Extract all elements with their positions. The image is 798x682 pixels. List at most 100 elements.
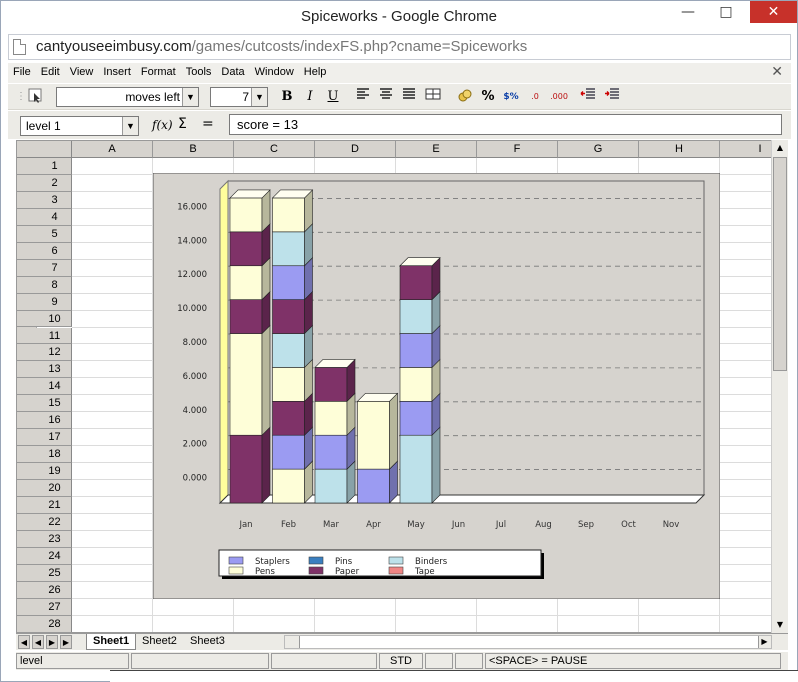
chevron-down-icon[interactable]: ▼ [182, 88, 198, 106]
row-header[interactable]: 22 [17, 513, 72, 531]
row-header[interactable]: 18 [17, 446, 72, 464]
menu-help[interactable]: Help [299, 63, 332, 78]
row-header[interactable]: 20 [17, 480, 72, 497]
align-justify-icon[interactable] [399, 88, 419, 106]
tab-sheet1[interactable]: Sheet1 [86, 634, 137, 650]
column-header[interactable]: H [639, 141, 720, 158]
row-header[interactable]: 7 [17, 259, 72, 277]
sum-button[interactable]: Σ [178, 116, 187, 132]
url-text[interactable]: cantyouseeimbusy.com/games/cutcosts/inde… [36, 38, 527, 55]
scroll-down-icon[interactable]: ▼ [772, 617, 788, 633]
first-sheet-icon[interactable]: ◀ [18, 635, 30, 649]
row-header[interactable]: 19 [17, 463, 72, 481]
menu-tools[interactable]: Tools [181, 63, 217, 78]
column-header[interactable]: G [558, 141, 639, 158]
column-header[interactable]: B [153, 141, 234, 158]
scroll-right-icon[interactable]: ▶ [758, 636, 771, 648]
row-header[interactable]: 16 [17, 412, 72, 430]
maximize-icon[interactable]: □ [711, 1, 741, 23]
row-header[interactable]: 27 [17, 598, 72, 616]
font-combo[interactable]: moves left ▼ [56, 87, 199, 107]
merge-cells-icon[interactable] [423, 88, 443, 106]
currency-format-icon[interactable]: $% [501, 88, 521, 106]
bold-button[interactable]: B [277, 88, 297, 106]
row-header[interactable]: 9 [17, 293, 72, 311]
increase-indent-icon[interactable] [602, 88, 622, 106]
cell-reference-combo[interactable]: level 1 ▼ [20, 116, 139, 136]
minimize-icon[interactable]: — [673, 1, 703, 23]
horizontal-scroll-thumb[interactable] [299, 636, 759, 648]
next-sheet-icon[interactable]: ▶ [46, 635, 58, 649]
formula-input[interactable]: score = 13 [229, 114, 782, 135]
row-header[interactable]: 11 [17, 327, 72, 345]
row-header[interactable]: 8 [17, 276, 72, 294]
vertical-scroll-thumb[interactable] [773, 157, 787, 371]
row-header[interactable]: 15 [17, 395, 72, 413]
address-bar[interactable]: cantyouseeimbusy.com/games/cutcosts/inde… [8, 34, 791, 60]
last-sheet-icon[interactable]: ▶ [60, 635, 72, 649]
italic-button[interactable]: I [300, 88, 320, 106]
row-header[interactable]: 25 [17, 564, 72, 582]
bar-segment [229, 197, 263, 233]
menu-data[interactable]: Data [216, 63, 249, 78]
tab-sheet3[interactable]: Sheet3 [184, 634, 231, 650]
status-cell [425, 653, 453, 669]
menu-format[interactable]: Format [136, 63, 181, 78]
bar-segment [272, 367, 305, 402]
tab-sheet2[interactable]: Sheet2 [136, 634, 183, 650]
column-header[interactable]: D [315, 141, 396, 158]
add-decimal-icon[interactable]: .0 .00 [525, 88, 545, 119]
row-header[interactable]: 2 [17, 174, 72, 192]
column-header[interactable]: C [234, 141, 315, 158]
menu-window[interactable]: Window [250, 63, 299, 78]
percent-icon[interactable]: % [478, 88, 498, 106]
row-number: 26 [48, 583, 61, 596]
row-header[interactable]: 1 [17, 158, 72, 175]
y-tick-label: 10.000 [177, 304, 207, 314]
bar-segment-side [261, 324, 271, 436]
select-all-corner[interactable] [17, 141, 72, 158]
prev-sheet-icon[interactable]: ◀ [32, 635, 44, 649]
scroll-up-icon[interactable]: ▲ [772, 140, 788, 156]
row-header[interactable]: 24 [17, 547, 72, 565]
row-header[interactable]: 21 [17, 497, 72, 514]
row-number: 2 [51, 176, 58, 189]
sheet-tab-bar: ◀ ◀ ▶ ▶ Sheet1 Sheet2 Sheet3 ▶ [16, 633, 788, 650]
formula-equals-button[interactable]: = [202, 116, 214, 132]
row-header[interactable]: 12 [17, 344, 72, 362]
font-size-combo[interactable]: 7 ▼ [210, 87, 268, 107]
row-header[interactable]: 14 [17, 378, 72, 396]
row-header[interactable]: 26 [17, 581, 72, 599]
menu-insert[interactable]: Insert [98, 63, 136, 78]
row-header[interactable]: 4 [17, 208, 72, 226]
column-header[interactable]: A [72, 141, 153, 158]
decrease-indent-icon[interactable] [578, 88, 598, 106]
horizontal-scrollbar[interactable]: ▶ [284, 635, 772, 649]
vertical-scrollbar[interactable]: ▲ ▼ [771, 140, 788, 633]
align-center-icon[interactable] [376, 88, 396, 106]
function-wizard-button[interactable]: f(x) [152, 118, 173, 132]
row-header[interactable]: 17 [17, 429, 72, 447]
row-header[interactable]: 28 [17, 615, 72, 632]
pointer-icon[interactable] [26, 88, 46, 106]
menu-edit[interactable]: Edit [36, 63, 65, 78]
column-header[interactable]: E [396, 141, 477, 158]
row-header[interactable]: 13 [17, 361, 72, 379]
row-header[interactable]: 3 [17, 191, 72, 209]
close-icon[interactable]: ✕ [750, 1, 797, 23]
row-header[interactable]: 10 [17, 310, 72, 328]
align-left-icon[interactable] [353, 88, 373, 106]
title-bar: Spiceworks - Google Chrome — □ ✕ [1, 1, 797, 33]
chevron-down-icon[interactable]: ▼ [122, 117, 138, 135]
menu-file[interactable]: File [8, 63, 36, 78]
remove-decimal-icon[interactable]: .000 .0 [549, 88, 569, 119]
row-header[interactable]: 23 [17, 530, 72, 548]
row-header[interactable]: 6 [17, 242, 72, 260]
currency-icon[interactable] [455, 88, 475, 106]
row-header[interactable]: 5 [17, 225, 72, 243]
column-header[interactable]: F [477, 141, 558, 158]
chevron-down-icon[interactable]: ▼ [251, 88, 267, 106]
document-close-icon[interactable]: ✕ [771, 64, 783, 80]
menu-view[interactable]: View [65, 63, 99, 78]
underline-button[interactable]: U [323, 88, 343, 106]
